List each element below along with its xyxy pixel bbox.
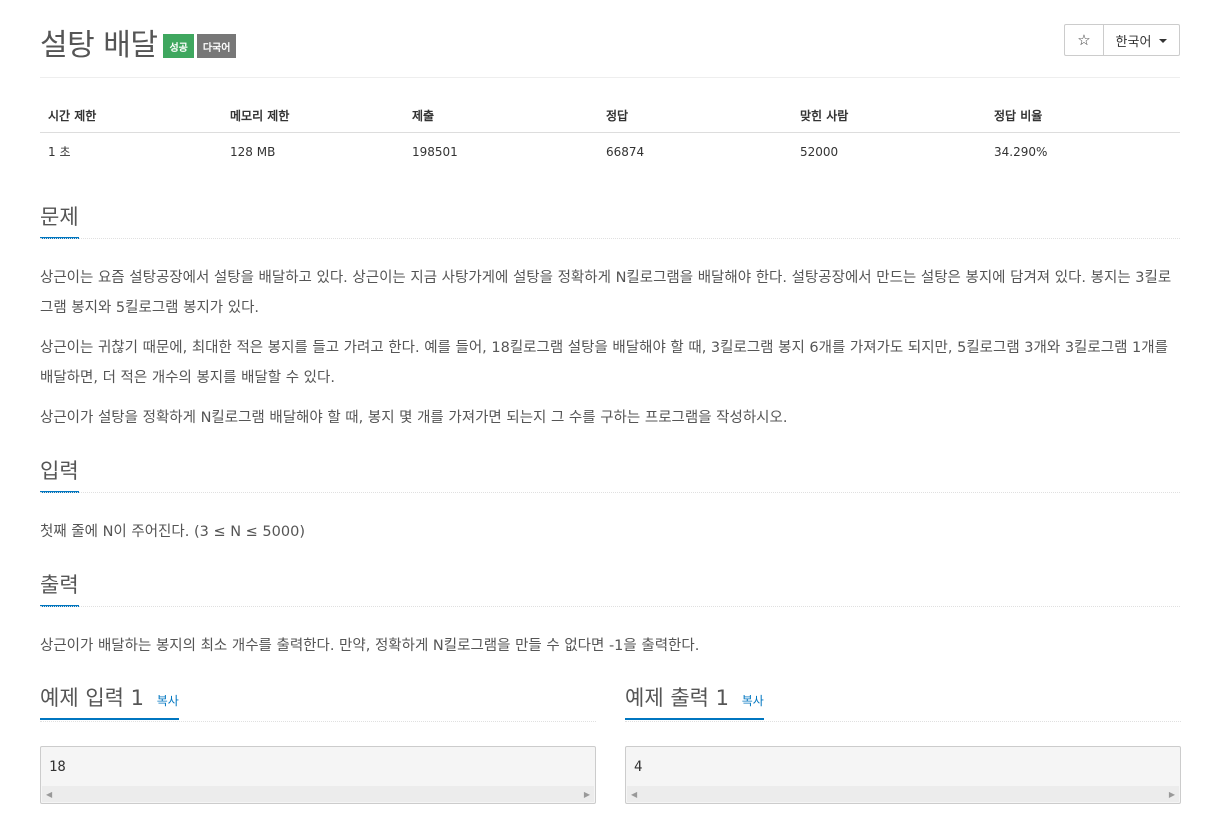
header-accept-ratio: 정답 비율: [986, 100, 1180, 133]
language-label: 한국어: [1115, 34, 1152, 50]
header-time-limit: 시간 제한: [40, 100, 222, 133]
output-section-header: 출력: [40, 569, 1180, 607]
problem-section-title: 문제: [40, 201, 79, 239]
sample-output-value: 4: [634, 759, 643, 775]
info-value-row: 1 초 128 MB 198501 66874 52000 34.290%: [40, 133, 1180, 171]
value-submissions: 198501: [412, 144, 458, 159]
star-icon: ☆: [1077, 31, 1091, 49]
header-divider: [40, 77, 1180, 78]
scroll-right-icon[interactable]: ▶: [584, 790, 590, 799]
copy-output-button[interactable]: 복사: [742, 694, 764, 708]
input-section-header: 입력: [40, 455, 1180, 493]
header-memory-limit: 메모리 제한: [222, 100, 404, 133]
sample-input-box[interactable]: 18 ◀ ▶: [40, 746, 596, 804]
language-dropdown[interactable]: 한국어: [1104, 24, 1180, 56]
value-accepted: 66874: [606, 144, 645, 159]
value-accept-ratio: 34.290%: [994, 144, 1048, 159]
value-memory-limit: 128 MB: [230, 144, 276, 159]
problem-description-2: 상근이는 귀찮기 때문에, 최대한 적은 봉지를 들고 가려고 한다. 예를 들…: [40, 340, 1168, 386]
success-badge: 성공: [163, 34, 194, 58]
input-section-title: 입력: [40, 455, 79, 493]
sample-input-header: 예제 입력 1 복사: [40, 682, 596, 722]
caret-down-icon: [1159, 39, 1168, 43]
info-header-row: 시간 제한 메모리 제한 제출 정답 맞힌 사람 정답 비율: [40, 100, 1180, 133]
problem-header: 설탕 배달 성공 다국어: [40, 22, 237, 63]
header-solvers: 맞힌 사람: [792, 100, 986, 133]
problem-description-3: 상근이가 설탕을 정확하게 N킬로그램 배달해야 할 때, 봉지 몇 개를 가져…: [40, 410, 788, 426]
header-accepted: 정답: [598, 100, 792, 133]
sample-output-box[interactable]: 4 ◀ ▶: [625, 746, 1181, 804]
sample-input-block: 예제 입력 1 복사 18 ◀ ▶: [40, 682, 596, 804]
value-solvers: 52000: [800, 144, 839, 159]
problem-info-table: 시간 제한 메모리 제한 제출 정답 맞힌 사람 정답 비율 1 초 128 M…: [40, 100, 1180, 170]
horizontal-scrollbar[interactable]: ◀ ▶: [627, 786, 1179, 802]
header-buttons: ☆ 한국어: [1064, 24, 1180, 56]
output-section-title: 출력: [40, 569, 79, 607]
problem-title: 설탕 배달: [40, 28, 158, 63]
sample-input-value: 18: [49, 759, 66, 775]
input-description: 첫째 줄에 N이 주어진다. (3 ≤ N ≤ 5000): [40, 524, 305, 540]
problem-section-header: 문제: [40, 201, 1180, 239]
sample-input-title: 예제 입력 1: [40, 686, 144, 710]
scroll-left-icon[interactable]: ◀: [46, 790, 52, 799]
star-button[interactable]: ☆: [1064, 24, 1104, 56]
header-submissions: 제출: [404, 100, 598, 133]
problem-description-1: 상근이는 요즘 설탕공장에서 설탕을 배달하고 있다. 상근이는 지금 사탕가게…: [40, 270, 1172, 316]
sample-output-header: 예제 출력 1 복사: [625, 682, 1181, 722]
output-description: 상근이가 배달하는 봉지의 최소 개수를 출력한다. 만약, 정확하게 N킬로그…: [40, 638, 700, 654]
sample-output-block: 예제 출력 1 복사 4 ◀ ▶: [625, 682, 1181, 804]
sample-output-title: 예제 출력 1: [625, 686, 729, 710]
horizontal-scrollbar[interactable]: ◀ ▶: [42, 786, 594, 802]
scroll-left-icon[interactable]: ◀: [631, 790, 637, 799]
multilang-badge: 다국어: [196, 34, 237, 58]
scroll-right-icon[interactable]: ▶: [1169, 790, 1175, 799]
copy-input-button[interactable]: 복사: [157, 694, 179, 708]
value-time-limit: 1 초: [48, 145, 71, 159]
